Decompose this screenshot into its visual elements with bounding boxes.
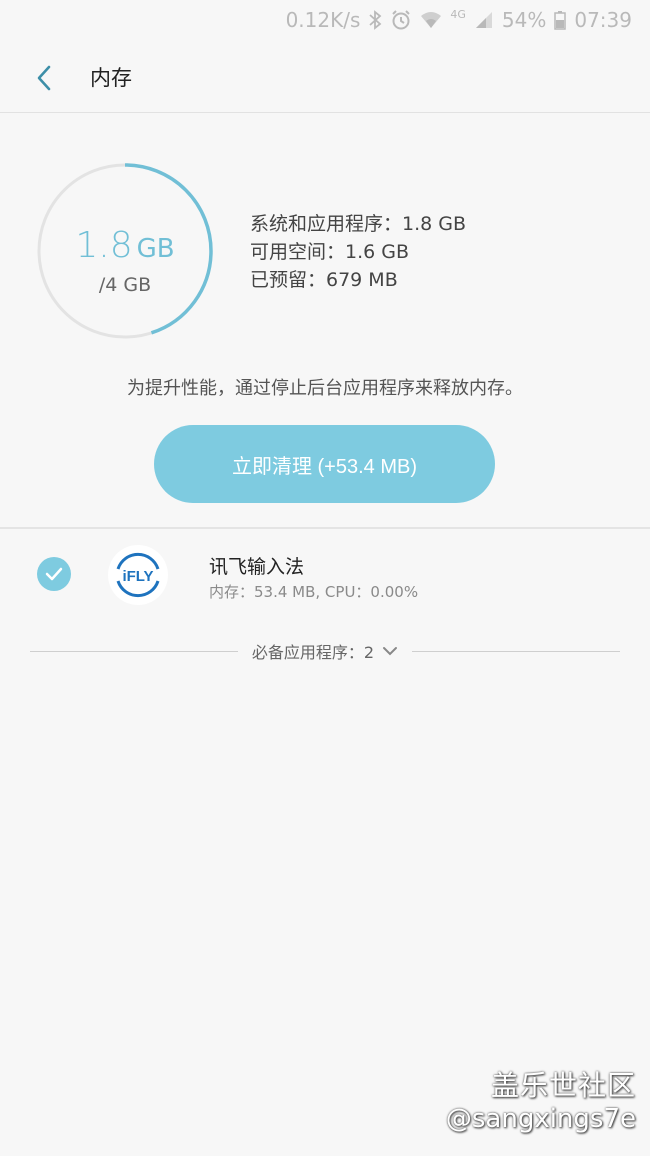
memory-total: /4 GB — [98, 274, 152, 296]
network-type: 4G — [450, 8, 466, 21]
alarm-icon — [390, 8, 412, 32]
back-button[interactable] — [24, 58, 64, 98]
list-item[interactable]: iFLY 讯飞输入法 内存：53.4 MB, CPU：0.00% — [0, 540, 650, 610]
wifi-icon — [420, 8, 442, 32]
performance-tip: 为提升性能，通过停止后台应用程序来释放内存。 — [127, 378, 523, 399]
clock: 07:39 — [574, 8, 632, 32]
checkbox[interactable] — [37, 557, 71, 591]
stat-reserved: 已预留：679 MB — [250, 269, 398, 291]
memory-usage-ring: 1.8 GB /4 GB — [36, 162, 214, 340]
page-title: 内存 — [90, 66, 132, 90]
status-bar: 0.12K/s 4G 54% 07:39 — [0, 0, 650, 40]
essential-apps-toggle[interactable]: 必备应用程序：2 — [30, 638, 620, 664]
divider-left — [30, 650, 238, 652]
essential-apps-text: 必备应用程序：2 — [251, 643, 375, 662]
bluetooth-icon — [368, 8, 382, 32]
chevron-left-icon — [37, 65, 51, 91]
stat-available: 可用空间：1.6 GB — [250, 241, 410, 263]
app-name: 讯飞输入法 — [209, 556, 305, 578]
divider-right — [412, 650, 620, 652]
clean-now-button[interactable]: 立即清理 (+53.4 MB) — [154, 425, 495, 503]
watermark-handle: @sangxings7e — [445, 1104, 636, 1134]
app-icon-label: iFLY — [122, 568, 153, 585]
memory-used: 1.8 GB — [36, 225, 214, 266]
checkmark-icon — [45, 567, 63, 581]
battery-percent: 54% — [501, 8, 547, 32]
chevron-down-icon — [383, 647, 398, 656]
app-bar: 内存 — [0, 40, 650, 113]
signal-icon — [474, 8, 494, 32]
ifly-app-icon: iFLY — [108, 545, 168, 605]
app-usage: 内存：53.4 MB, CPU：0.00% — [209, 583, 419, 601]
memory-stats: 系统和应用程序：1.8 GB 可用空间：1.6 GB 已预留：679 MB — [250, 210, 466, 294]
essential-apps-label: 必备应用程序：2 — [238, 639, 412, 663]
watermark-title: 盖乐世社区 — [490, 1069, 636, 1102]
screen: 0.12K/s 4G 54% 07:39 内存 1.8 GB /4 GB 系统和… — [0, 0, 650, 1156]
battery-icon — [554, 8, 567, 32]
memory-used-unit: GB — [136, 234, 175, 264]
divider — [0, 527, 650, 529]
network-speed: 0.12K/s — [285, 8, 361, 32]
memory-used-value: 1.8 — [75, 225, 133, 266]
stat-system-apps: 系统和应用程序：1.8 GB — [250, 213, 467, 235]
network-type-icon: 4G — [450, 8, 466, 32]
